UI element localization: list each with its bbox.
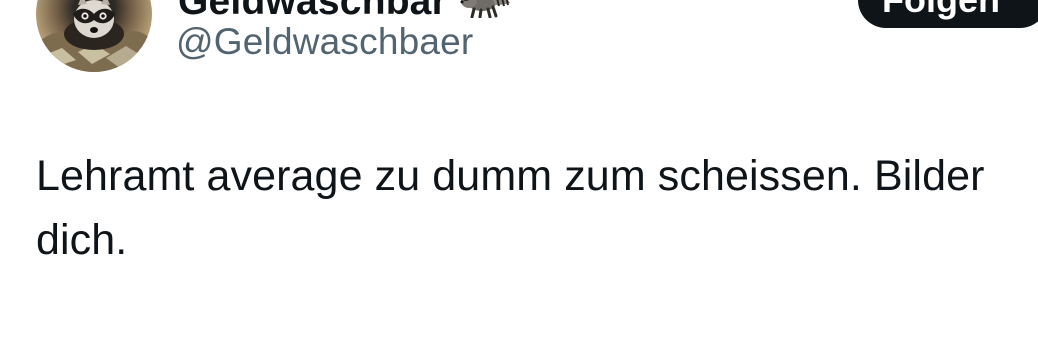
- follow-button[interactable]: Folgen: [858, 0, 1038, 28]
- author-handle[interactable]: @Geldwaschbaer: [176, 20, 473, 64]
- author-avatar[interactable]: [36, 0, 152, 72]
- tweet-text: Lehramt average zu dumm zum scheissen. B…: [36, 152, 997, 264]
- raccoon-emoji-icon: [457, 0, 511, 18]
- raccoon-avatar-icon: [36, 0, 152, 72]
